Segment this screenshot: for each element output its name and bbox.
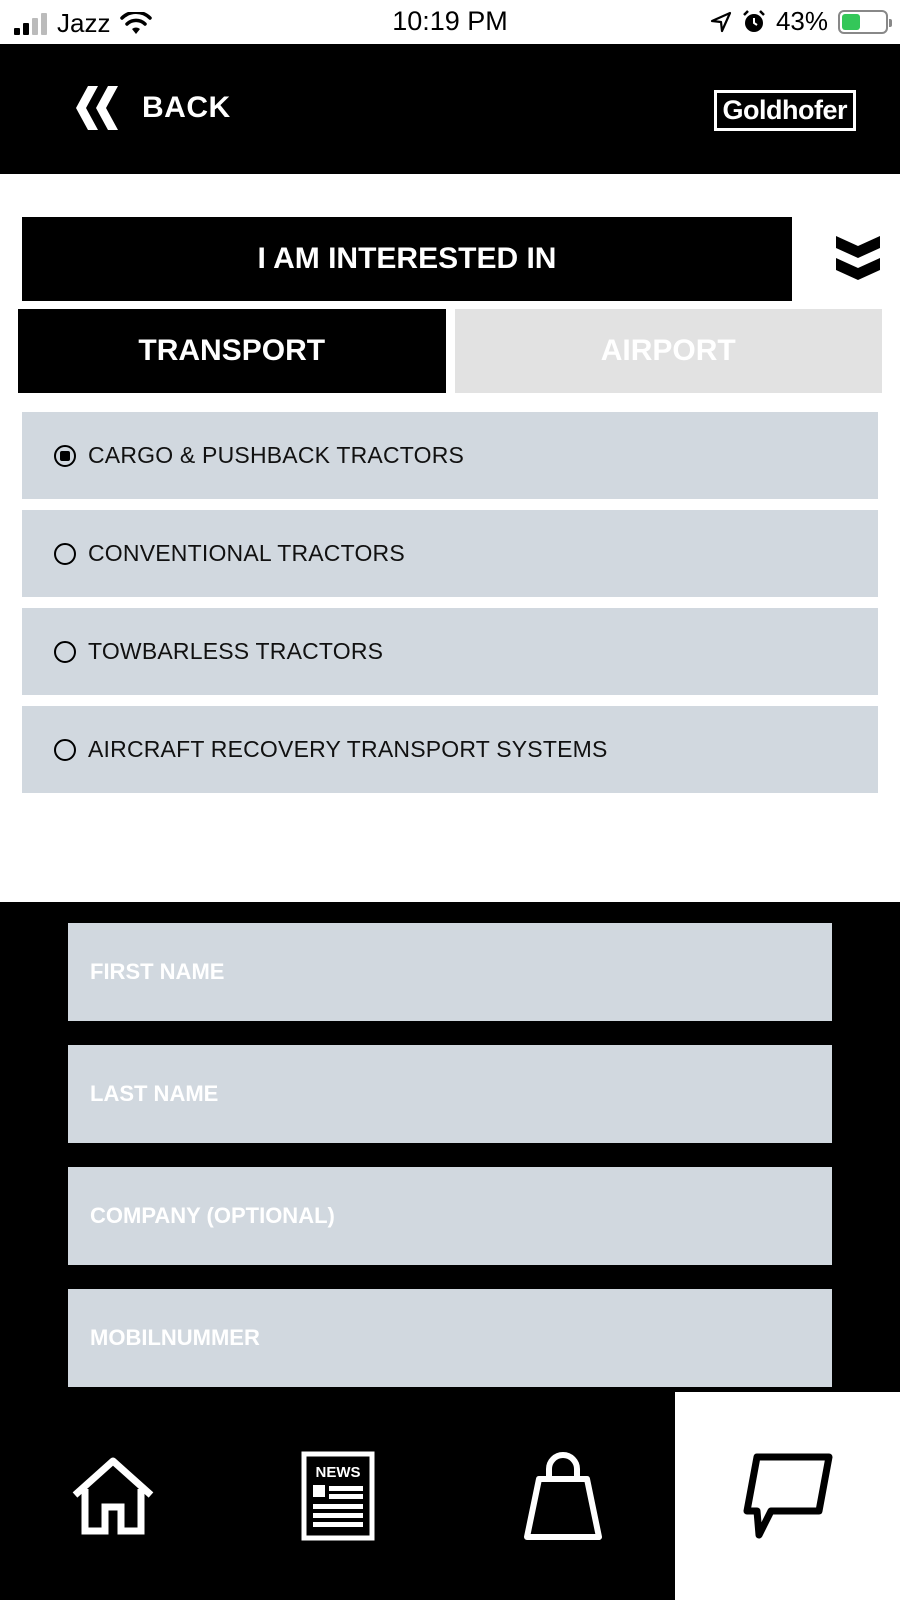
double-chevron-down-icon xyxy=(836,236,880,280)
interest-options: CARGO & PUSHBACK TRACTORS CONVENTIONAL T… xyxy=(22,412,878,804)
mobile-number-field[interactable] xyxy=(68,1289,832,1387)
option-label: TOWBARLESS TRACTORS xyxy=(88,638,384,664)
back-button[interactable]: BACK xyxy=(74,86,231,130)
first-name-field[interactable] xyxy=(68,923,832,1021)
news-icon-label: NEWS xyxy=(315,1464,360,1481)
last-name-field[interactable] xyxy=(68,1045,832,1143)
nav-news[interactable]: NEWS xyxy=(225,1392,450,1600)
goldhofer-logo: Goldhofer xyxy=(713,90,856,131)
company-field[interactable] xyxy=(68,1167,832,1265)
tab-airport[interactable]: AIRPORT xyxy=(454,309,882,393)
radio-icon[interactable] xyxy=(54,640,76,663)
location-arrow-icon xyxy=(710,11,732,32)
status-right: 43% xyxy=(710,6,892,37)
home-icon xyxy=(72,1457,153,1535)
contact-form xyxy=(0,902,900,1392)
double-chevron-left-icon xyxy=(76,86,118,130)
radio-icon[interactable] xyxy=(54,542,76,565)
news-icon: NEWS xyxy=(301,1451,374,1541)
option-cargo-pushback-tractors[interactable]: CARGO & PUSHBACK TRACTORS xyxy=(22,412,878,499)
nav-home[interactable] xyxy=(0,1392,225,1600)
chat-icon xyxy=(743,1453,832,1539)
option-towbarless-tractors[interactable]: TOWBARLESS TRACTORS xyxy=(22,608,878,695)
back-label: BACK xyxy=(142,91,231,124)
battery-percent: 43% xyxy=(775,6,828,36)
option-conventional-tractors[interactable]: CONVENTIONAL TRACTORS xyxy=(22,510,878,597)
option-label: CARGO & PUSHBACK TRACTORS xyxy=(88,442,465,468)
interested-in-header: I AM INTERESTED IN xyxy=(22,217,792,301)
shopping-bag-icon xyxy=(523,1452,602,1540)
option-label: CONVENTIONAL TRACTORS xyxy=(88,540,405,566)
status-bar: Jazz 10:19 PM 43% xyxy=(0,0,900,44)
app-header: BACK Goldhofer xyxy=(0,44,900,174)
alarm-icon xyxy=(743,9,765,32)
category-tabs: TRANSPORT AIRPORT xyxy=(18,309,882,393)
nav-contact[interactable] xyxy=(675,1392,900,1600)
option-label: AIRCRAFT RECOVERY TRANSPORT SYSTEMS xyxy=(88,736,608,762)
bottom-nav: NEWS xyxy=(0,1392,900,1600)
nav-shop[interactable] xyxy=(450,1392,675,1600)
radio-selected-icon[interactable] xyxy=(54,444,76,467)
tab-transport[interactable]: TRANSPORT xyxy=(18,309,446,393)
option-aircraft-recovery[interactable]: AIRCRAFT RECOVERY TRANSPORT SYSTEMS xyxy=(22,706,878,793)
radio-icon[interactable] xyxy=(54,738,76,761)
battery-icon xyxy=(838,9,892,34)
collapse-toggle[interactable] xyxy=(836,236,880,285)
